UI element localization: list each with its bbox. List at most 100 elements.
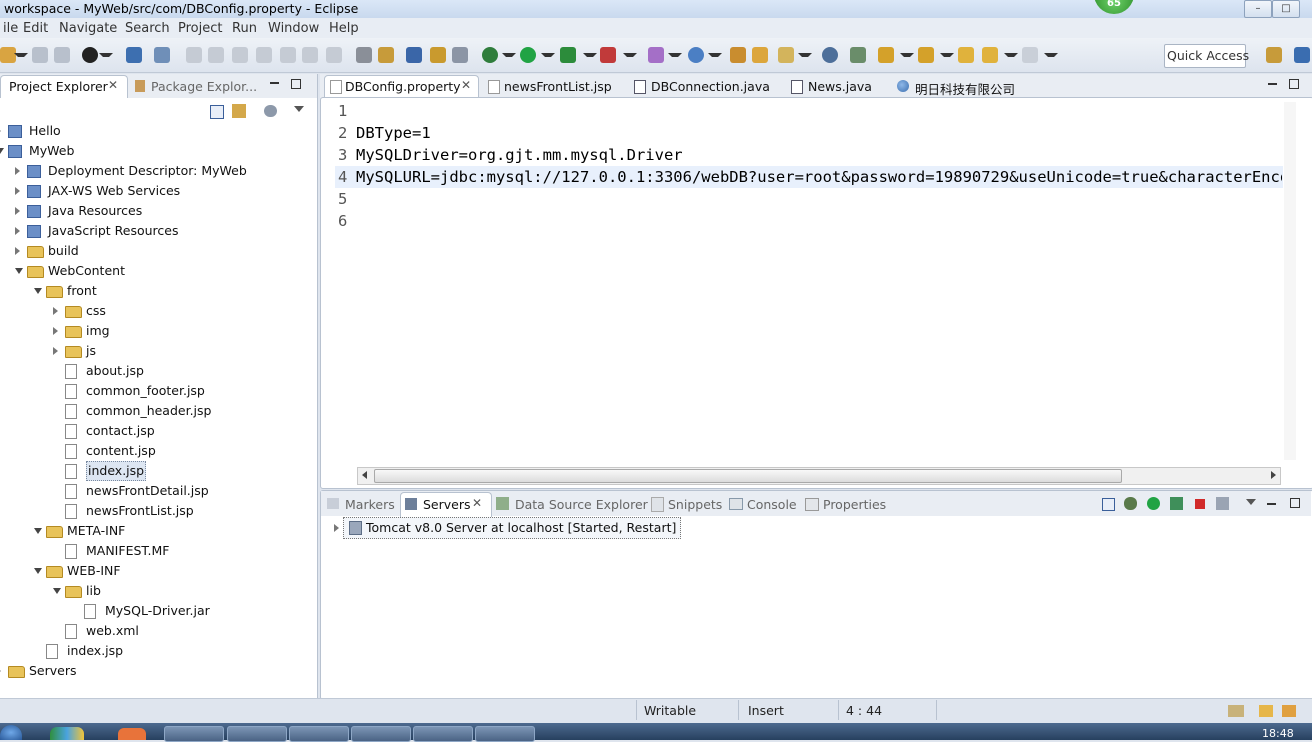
collapse-all-icon[interactable] [1102, 498, 1115, 511]
open-type-icon[interactable] [406, 47, 422, 63]
open-task-icon[interactable] [430, 47, 446, 63]
code-line[interactable] [356, 210, 1282, 232]
scroll-right-icon[interactable] [1271, 471, 1276, 479]
expanded-arrow-icon[interactable] [34, 288, 42, 294]
scroll-left-icon[interactable] [362, 471, 367, 479]
tree-item[interactable]: css [0, 301, 316, 321]
menu-run[interactable]: Run [232, 21, 257, 36]
code-line[interactable]: MySQLDriver=org.gjt.mm.mysql.Driver [356, 144, 1282, 166]
tree-item[interactable]: newsFrontList.jsp [0, 501, 316, 521]
new-dropdown-icon[interactable] [14, 53, 28, 61]
start-server-icon[interactable] [1147, 497, 1160, 510]
resume-icon[interactable] [186, 47, 202, 63]
tab-browser-label[interactable]: 明日科技有限公司 [915, 79, 1015, 98]
tab-snippets-label[interactable]: Snippets [668, 497, 722, 512]
pencil-icon[interactable] [778, 47, 794, 63]
tree-item[interactable]: MySQL-Driver.jar [0, 601, 316, 621]
debug-profile-icon[interactable] [82, 47, 98, 63]
tree-item[interactable]: Deployment Descriptor: MyWeb [0, 161, 316, 181]
open-perspective-icon[interactable] [1266, 47, 1282, 63]
tree-item[interactable]: WEB-INF [0, 561, 316, 581]
task-icon[interactable] [1228, 705, 1244, 717]
tab-package-explorer-label[interactable]: Package Explor... [151, 79, 257, 94]
tab-data-source-label[interactable]: Data Source Explorer [515, 497, 648, 512]
tab-properties-label[interactable]: Properties [823, 497, 886, 512]
tree-item[interactable]: js [0, 341, 316, 361]
expanded-arrow-icon[interactable] [34, 528, 42, 534]
tree-item[interactable]: index.jsp [0, 641, 316, 661]
debug-server-icon[interactable] [1124, 497, 1137, 510]
last-edit-location-icon[interactable] [958, 47, 974, 63]
tree-item[interactable]: JavaScript Resources [0, 221, 316, 241]
menu-project[interactable]: Project [178, 21, 222, 36]
tree-item[interactable]: MANIFEST.MF [0, 541, 316, 561]
expanded-arrow-icon[interactable] [15, 268, 23, 274]
collapsed-arrow-icon[interactable] [53, 347, 58, 355]
tree-item[interactable]: Java Resources [0, 201, 316, 221]
close-icon[interactable]: ✕ [472, 496, 482, 510]
maximize-view-icon[interactable] [1290, 498, 1300, 508]
maximize-button[interactable]: □ [1272, 0, 1300, 18]
new-web-dropdown-icon[interactable] [708, 53, 722, 61]
disconnect-icon[interactable] [256, 47, 272, 63]
collapsed-arrow-icon[interactable] [15, 247, 20, 255]
filters-icon[interactable] [264, 105, 277, 117]
step-into-icon[interactable] [280, 47, 296, 63]
pencil-dropdown-icon[interactable] [798, 53, 812, 61]
menu-help[interactable]: Help [329, 21, 359, 36]
maximize-view-icon[interactable] [291, 79, 301, 89]
tree-item[interactable]: web.xml [0, 621, 316, 641]
horizontal-scroll-thumb[interactable] [374, 469, 1122, 483]
tree-item[interactable]: front [0, 281, 316, 301]
tree-item[interactable]: contact.jsp [0, 421, 316, 441]
search-icon[interactable] [850, 47, 866, 63]
step-over-icon[interactable] [302, 47, 318, 63]
collapsed-arrow-icon[interactable] [0, 667, 1, 675]
tree-item[interactable]: newsFrontDetail.jsp [0, 481, 316, 501]
java-ee-perspective-icon[interactable] [1294, 47, 1310, 63]
tree-item[interactable]: Servers [0, 661, 316, 681]
collapsed-arrow-icon[interactable] [15, 227, 20, 235]
menu-window[interactable]: Window [268, 21, 319, 36]
browser-taskbar-icon[interactable] [50, 727, 84, 740]
debug-menu-dropdown-icon[interactable] [502, 53, 516, 61]
tab-news-label[interactable]: News.java [808, 79, 872, 94]
menu-search[interactable]: Search [125, 21, 170, 36]
book-icon[interactable] [1259, 705, 1273, 717]
expanded-arrow-icon[interactable] [34, 568, 42, 574]
next-annotation-icon[interactable] [878, 47, 894, 63]
step-return-icon[interactable] [326, 47, 342, 63]
minimize-button[interactable]: – [1244, 0, 1272, 18]
save-icon[interactable] [32, 47, 48, 63]
previous-annotation-icon[interactable] [918, 47, 934, 63]
server-entry[interactable]: Tomcat v8.0 Server at localhost [Started… [343, 517, 682, 539]
profile-server-icon[interactable] [1170, 497, 1183, 510]
use-step-filters-icon[interactable] [356, 47, 372, 63]
close-icon[interactable]: ✕ [108, 78, 118, 92]
tree-item[interactable]: img [0, 321, 316, 341]
open-file-icon[interactable] [752, 47, 768, 63]
run-dropdown-icon[interactable] [541, 53, 555, 61]
tree-item[interactable]: content.jsp [0, 441, 316, 461]
new-web-icon[interactable] [688, 47, 704, 63]
show-whitespace-icon[interactable] [452, 47, 468, 63]
tree-item[interactable]: JAX-WS Web Services [0, 181, 316, 201]
tree-item[interactable]: lib [0, 581, 316, 601]
run-icon[interactable] [520, 47, 536, 63]
console-icon[interactable] [126, 47, 142, 63]
terminate-icon[interactable] [232, 47, 248, 63]
menu-file[interactable]: ile [3, 21, 18, 36]
external-tools-icon[interactable] [600, 47, 616, 63]
save-all-icon[interactable] [54, 47, 70, 63]
tree-item[interactable]: WebContent [0, 261, 316, 281]
stop-server-icon[interactable] [1195, 499, 1205, 509]
collapsed-arrow-icon[interactable] [53, 307, 58, 315]
globe-icon[interactable] [822, 47, 838, 63]
tree-item[interactable]: MyWeb [0, 141, 316, 161]
collapsed-arrow-icon[interactable] [15, 207, 20, 215]
tree-item[interactable]: common_footer.jsp [0, 381, 316, 401]
menu-navigate[interactable]: Navigate [59, 21, 117, 36]
expanded-arrow-icon[interactable] [53, 588, 61, 594]
tab-dbconnection-label[interactable]: DBConnection.java [651, 79, 770, 94]
firefox-taskbar-icon[interactable] [118, 728, 146, 740]
